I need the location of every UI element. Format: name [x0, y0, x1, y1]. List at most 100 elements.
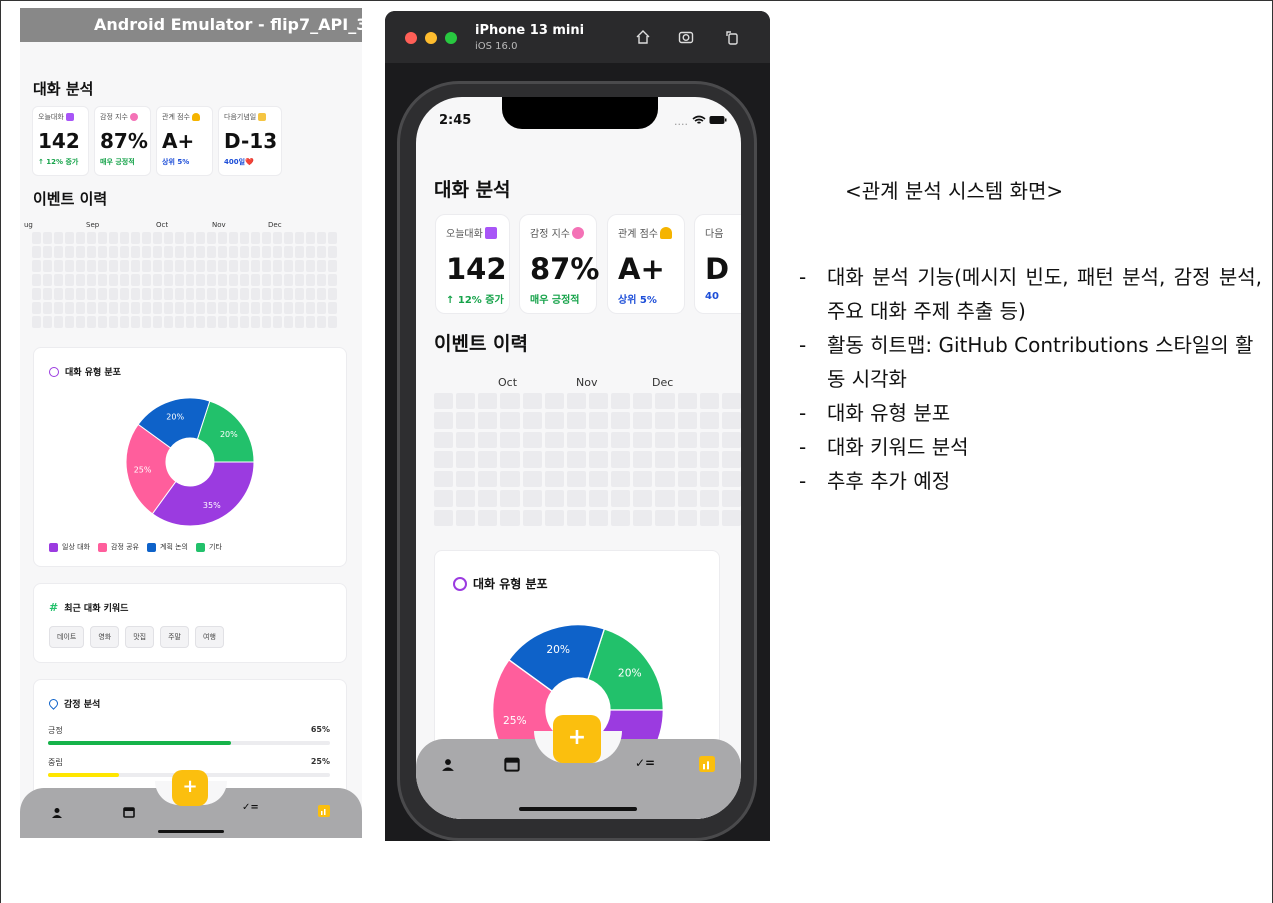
heatmap-cell[interactable] — [478, 451, 498, 468]
heatmap-cell[interactable] — [611, 509, 631, 526]
heatmap-cell[interactable] — [64, 316, 74, 328]
heatmap-cell[interactable] — [566, 490, 586, 507]
heatmap-cell[interactable] — [119, 260, 129, 272]
heatmap-cell[interactable] — [251, 302, 261, 314]
heatmap-cell[interactable] — [721, 470, 741, 488]
heatmap-cell[interactable] — [588, 431, 609, 449]
heatmap-cell[interactable] — [240, 274, 250, 286]
heatmap-cell[interactable] — [196, 246, 206, 258]
heatmap-cell[interactable] — [108, 260, 118, 272]
heatmap-cell[interactable] — [229, 288, 239, 300]
chart-bar-icon[interactable] — [699, 756, 715, 776]
heatmap-cell[interactable] — [152, 232, 162, 244]
heatmap-cell[interactable] — [500, 509, 520, 526]
heatmap-cell[interactable] — [500, 431, 520, 449]
heatmap-cell[interactable] — [611, 470, 631, 488]
heatmap-cell[interactable] — [677, 451, 697, 468]
heatmap-cell[interactable] — [699, 451, 719, 468]
heatmap-cell[interactable] — [273, 288, 283, 300]
heatmap-cell[interactable] — [633, 490, 653, 507]
heatmap-cell[interactable] — [295, 232, 305, 244]
heatmap-cell[interactable] — [152, 302, 162, 314]
heatmap-cell[interactable] — [721, 451, 741, 468]
heatmap-cell[interactable] — [456, 412, 476, 429]
heatmap-cell[interactable] — [317, 260, 327, 272]
heatmap-cell[interactable] — [64, 260, 74, 272]
heatmap-cell[interactable] — [240, 246, 250, 258]
heatmap-cell[interactable] — [522, 509, 542, 526]
heatmap-cell[interactable] — [64, 232, 74, 244]
heatmap-cell[interactable] — [306, 274, 316, 286]
heatmap-cell[interactable] — [306, 260, 316, 272]
heatmap-cell[interactable] — [273, 260, 283, 272]
heatmap-cell[interactable] — [522, 431, 542, 449]
heatmap-cell[interactable] — [522, 451, 542, 468]
zoom-window-button[interactable] — [445, 32, 457, 44]
heatmap-cell[interactable] — [500, 470, 520, 488]
heatmap-cell[interactable] — [306, 302, 316, 314]
heatmap-cell[interactable] — [130, 302, 140, 314]
heatmap-cell[interactable] — [262, 260, 272, 272]
heatmap-cell[interactable] — [306, 288, 316, 300]
heatmap-cell[interactable] — [141, 232, 151, 244]
heatmap-cell[interactable] — [130, 288, 140, 300]
heatmap-cell[interactable] — [284, 260, 294, 272]
heatmap-cell[interactable] — [174, 288, 184, 300]
heatmap-cell[interactable] — [130, 316, 140, 328]
heatmap-cell[interactable] — [32, 316, 41, 328]
heatmap-cell[interactable] — [251, 316, 261, 328]
add-button[interactable]: + — [172, 770, 208, 806]
heatmap-cell[interactable] — [86, 302, 96, 314]
heatmap-cell[interactable] — [522, 490, 542, 507]
heatmap-cell[interactable] — [97, 274, 107, 286]
heatmap-cell[interactable] — [152, 260, 162, 272]
heatmap-cell[interactable] — [566, 509, 586, 526]
heatmap-cell[interactable] — [174, 302, 184, 314]
heatmap-cell[interactable] — [262, 316, 272, 328]
heatmap-cell[interactable] — [152, 274, 162, 286]
heatmap-cell[interactable] — [108, 288, 118, 300]
conversation-type-pie-chart[interactable]: 20% 35% 25% 20% — [124, 396, 256, 528]
rotate-icon[interactable] — [724, 29, 740, 49]
heatmap-cell[interactable] — [328, 288, 337, 300]
heatmap-cell[interactable] — [207, 288, 217, 300]
heatmap-cell[interactable] — [185, 232, 195, 244]
heatmap-cell[interactable] — [251, 246, 261, 258]
heatmap-cell[interactable] — [434, 412, 454, 429]
heatmap-cell[interactable] — [196, 316, 206, 328]
heatmap-cell[interactable] — [196, 232, 206, 244]
heatmap-cell[interactable] — [141, 274, 151, 286]
heatmap-cell[interactable] — [86, 232, 96, 244]
heatmap-cell[interactable] — [721, 393, 741, 410]
heatmap-cell[interactable] — [633, 393, 653, 410]
chart-bar-icon[interactable] — [318, 802, 330, 821]
heatmap-cell[interactable] — [295, 316, 305, 328]
heatmap-cell[interactable] — [141, 288, 151, 300]
heatmap-cell[interactable] — [207, 232, 217, 244]
heatmap-cell[interactable] — [611, 451, 631, 468]
heatmap-cell[interactable] — [262, 288, 272, 300]
heatmap-cell[interactable] — [456, 490, 476, 507]
stat-card-relation[interactable]: 관계 점수 A+ 상위 5% — [607, 214, 685, 314]
heatmap-cell[interactable] — [174, 316, 184, 328]
heatmap-cell[interactable] — [196, 288, 206, 300]
keyword-chip[interactable]: 주말 — [160, 626, 189, 648]
heatmap-cell[interactable] — [218, 246, 228, 258]
heatmap-cell[interactable] — [97, 316, 107, 328]
activity-heatmap[interactable] — [32, 232, 337, 328]
heatmap-cell[interactable] — [677, 393, 697, 410]
heatmap-cell[interactable] — [611, 393, 631, 410]
home-indicator[interactable] — [519, 807, 637, 811]
heatmap-cell[interactable] — [328, 260, 337, 272]
heatmap-cell[interactable] — [566, 451, 586, 468]
heatmap-cell[interactable] — [64, 274, 74, 286]
heatmap-cell[interactable] — [295, 246, 305, 258]
heatmap-cell[interactable] — [500, 412, 520, 429]
heatmap-cell[interactable] — [677, 431, 697, 449]
heatmap-cell[interactable] — [75, 232, 85, 244]
heatmap-cell[interactable] — [544, 490, 564, 507]
heatmap-cell[interactable] — [42, 246, 52, 258]
heatmap-cell[interactable] — [207, 274, 217, 286]
heatmap-cell[interactable] — [196, 274, 206, 286]
heatmap-cell[interactable] — [699, 431, 719, 449]
